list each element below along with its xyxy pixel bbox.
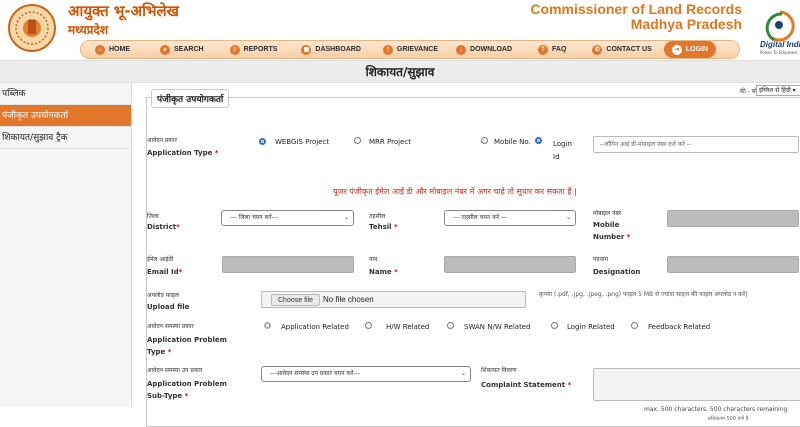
choose-file-button[interactable]: Choose file (271, 294, 321, 306)
faq-icon: ? (538, 44, 549, 55)
grievance-icon: ! (382, 44, 393, 55)
nav-faq[interactable]: ? FAQ (530, 41, 574, 58)
mobile-label-hi: मोबाइल नंबर (593, 210, 622, 217)
home-icon: ⌂ (95, 44, 105, 55)
digital-india-tagline: Power To Empower (760, 50, 798, 55)
problem-subtype-label-hi: आवेदन समस्या उप प्रकार (147, 367, 203, 374)
radio-feedback-related-label: Feedback Related (648, 323, 711, 331)
radio-application-related-label: Application Related (281, 323, 349, 331)
app-type-label-hi: आवेदन प्रकार (147, 137, 177, 144)
mobile-number-field (667, 210, 799, 227)
contact-icon: ✆ (592, 44, 603, 55)
name-field (444, 256, 576, 273)
digital-india-text: Digital India (760, 40, 800, 49)
state-name-hindi: मध्यप्रदेश (68, 23, 109, 37)
radio-webgis-project[interactable] (259, 138, 266, 145)
radio-mrr-project[interactable] (354, 137, 361, 144)
registered-user-fieldset: पंजीकृत उपयोगकर्ता आवेदन प्रकार Applicat… (146, 89, 800, 427)
sidebar-item-public[interactable]: पब्लिक (0, 83, 131, 105)
radio-hw-related-label: H/W Related (386, 323, 430, 331)
tehsil-label: Tehsil * (369, 223, 398, 231)
radio-mrr-project-label: MRR Project (369, 138, 411, 146)
page-title: शिकायत/सुझाव (365, 65, 435, 79)
email-field (222, 256, 354, 273)
designation-label: Designation (593, 268, 641, 276)
designation-field (667, 256, 799, 273)
search-icon: ⌕ (160, 44, 170, 55)
radio-hw-related[interactable] (365, 322, 372, 329)
download-icon: ↓ (456, 44, 467, 55)
nav-reports[interactable]: ≡ REPORTS (222, 41, 286, 58)
fieldset-legend: पंजीकृत उपयोगकर्ता (151, 89, 230, 108)
site-header: आयुक्त भू-अभिलेख मध्यप्रदेश Commissioner… (0, 0, 800, 60)
radio-swan-related-label: SWAN N/W Related (464, 323, 531, 331)
file-upload-input[interactable]: Choose file No file chosen (261, 291, 526, 308)
nav-login[interactable]: ⇥ LOGIN (663, 41, 716, 58)
dashboard-icon: ▦ (301, 44, 312, 55)
name-label-hi: नाम (369, 256, 378, 263)
complaint-label-hi: शिकायत विवरण (481, 367, 517, 374)
nav-search[interactable]: ⌕ SEARCH (152, 41, 212, 58)
chevron-down-icon: ⌄ (565, 214, 571, 221)
radio-login-related[interactable] (551, 322, 558, 329)
problem-subtype-label: Application Problem Sub-Type * (147, 380, 227, 400)
mobile-label: Mobile Number * (593, 221, 631, 241)
tehsil-select[interactable]: --- तहसील चयन करें --- ⌄ (444, 210, 576, 226)
nav-download[interactable]: ↓ DOWNLOAD (448, 41, 520, 58)
character-counter: max. 500 characters. 500 characters rema… (644, 406, 788, 413)
sidebar: पब्लिक पंजीकृत उपयोगकर्ता शिकायत/सुझाव ट… (0, 83, 132, 407)
district-select[interactable]: --- जिला चयन करें--- ⌄ (221, 210, 354, 226)
tehsil-label-hi: तहसील (369, 213, 386, 220)
login-id-input[interactable]: --लॉगिन आई डी-मोबाइल नंबर दर्ज करें -- (593, 136, 799, 153)
org-name-english: Commissioner of Land Records Madhya Prad… (530, 1, 742, 32)
radio-swan-related[interactable] (447, 322, 454, 329)
complaint-textarea[interactable] (593, 368, 800, 401)
complaint-label: Complaint Statement * (481, 381, 572, 389)
mp-emblem-logo (8, 4, 56, 52)
email-label: Email Id* (147, 268, 183, 276)
radio-login-id-label: Login Id (553, 140, 572, 161)
designation-label-hi: पदनाम (593, 256, 609, 263)
radio-feedback-related[interactable] (631, 322, 638, 329)
radio-webgis-project-label: WEBGIS Project (275, 138, 330, 146)
page-title-bar: शिकायत/सुझाव (0, 60, 800, 83)
problem-type-label: Application Problem Type * (147, 336, 227, 356)
nav-contact-us[interactable]: ✆ CONTACT US (584, 41, 659, 58)
upload-hint: कृपया (.pdf, .jpg, .jpeg, .png) फाइल 5 M… (539, 291, 748, 298)
warning-message: यूजर पंजीकृत ईमेल आई डी और मोबाइल नंबर म… (333, 187, 577, 196)
chevron-down-icon: ⌄ (460, 370, 466, 377)
reports-icon: ≡ (229, 44, 240, 55)
main-content: की - बोर्ड इंग्लिश से हिंदी ▾ पंजीकृत उप… (140, 83, 800, 427)
chevron-down-icon: ⌄ (343, 214, 349, 221)
district-label: District* (147, 223, 180, 231)
nav-home[interactable]: ⌂ HOME (87, 41, 138, 58)
name-label: Name * (369, 268, 398, 276)
nav-grievance[interactable]: ! GRIEVANCE (375, 41, 446, 58)
problem-subtype-select[interactable]: ---आवेदन समस्या उप प्रकार चयन करें--- ⌄ (261, 366, 471, 382)
problem-type-label-hi: आवेदन समस्या प्रकार (147, 323, 194, 330)
upload-label: Upload file (147, 303, 190, 311)
radio-application-related[interactable] (264, 322, 271, 329)
file-status-text: No file chosen (323, 295, 374, 304)
sidebar-item-registered-user[interactable]: पंजीकृत उपयोगकर्ता (0, 105, 131, 127)
language-select[interactable]: इंग्लिश से हिंदी ▾ (756, 85, 800, 96)
nav-dashboard[interactable]: ▦ DASHBOARD (293, 41, 369, 58)
email-label-hi: ईमेल आईडी (147, 256, 174, 263)
main-nav: ⌂ HOME ⌕ SEARCH ≡ REPORTS ▦ DASHBOARD ! GRIEV… (80, 40, 740, 59)
sidebar-item-track-complaint[interactable]: शिकायत/सुझाव ट्रैक (0, 127, 131, 149)
org-name-hindi: आयुक्त भू-अभिलेख (68, 2, 179, 20)
login-icon: ⇥ (671, 44, 682, 55)
district-label-hi: जिला (147, 213, 159, 220)
radio-login-related-label: Login Related (567, 323, 615, 331)
character-counter-hindi: अधिकतम 500 वर्ण है (707, 416, 749, 422)
app-type-label: Application Type * (147, 149, 219, 157)
upload-label-hi: अपलोड फ़ाइल (147, 292, 179, 299)
